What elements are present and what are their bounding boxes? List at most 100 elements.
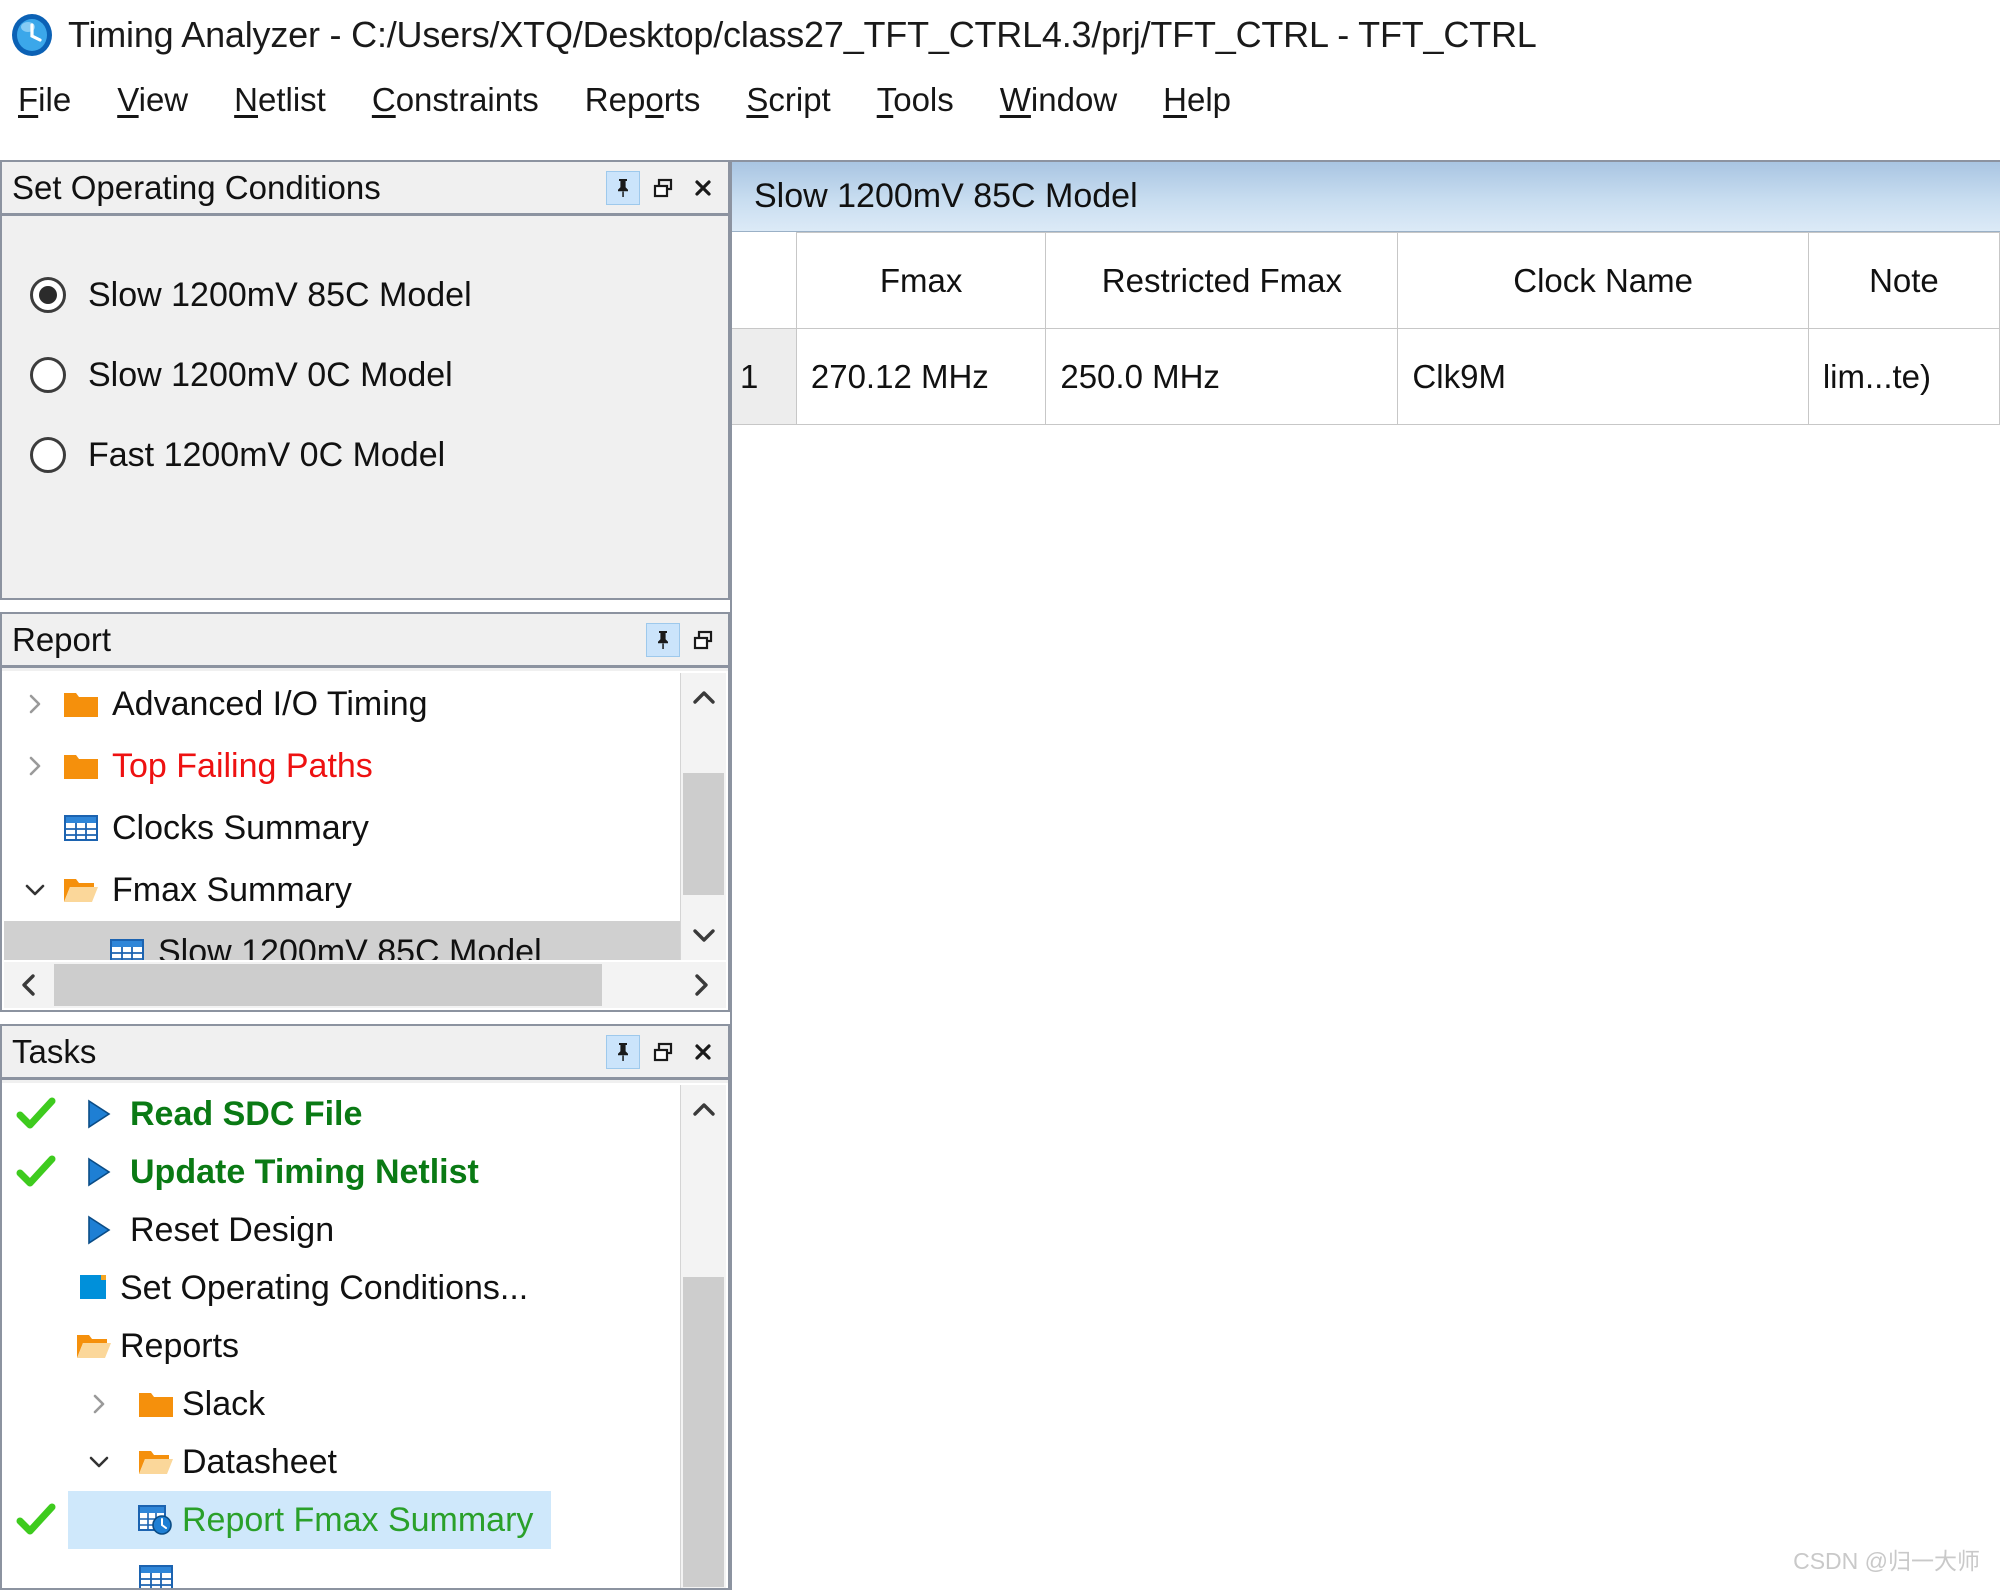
- scroll-right-icon[interactable]: [676, 962, 726, 1008]
- column-header-clock-name[interactable]: Clock Name: [1397, 232, 1809, 329]
- play-icon[interactable]: [68, 1156, 130, 1188]
- play-icon[interactable]: [68, 1214, 130, 1246]
- scrollbar-thumb[interactable]: [683, 1277, 724, 1587]
- tree-item-clocks-summary[interactable]: Clocks Summary: [4, 797, 680, 859]
- radio-label: Slow 1200mV 85C Model: [88, 275, 472, 314]
- tasks-vertical-scrollbar[interactable]: [680, 1085, 726, 1588]
- task-item-reset-design[interactable]: Reset Design: [4, 1201, 680, 1259]
- cell-fmax: 270.12 MHz: [795, 328, 1047, 425]
- scrollbar-thumb[interactable]: [54, 964, 602, 1006]
- scroll-down-icon[interactable]: [681, 910, 726, 960]
- task-item-label: Update Timing Netlist: [130, 1152, 479, 1191]
- tree-item-advanced-io-timing[interactable]: Advanced I/O Timing: [4, 673, 680, 735]
- clock-icon: [10, 13, 54, 57]
- window-titlebar: Timing Analyzer - C:/Users/XTQ/Desktop/c…: [0, 0, 2000, 70]
- menu-netlist[interactable]: Netlist: [234, 83, 326, 116]
- radio-option-slow-85c[interactable]: Slow 1200mV 85C Model: [2, 255, 728, 335]
- task-item-datasheet[interactable]: Datasheet: [4, 1433, 680, 1491]
- panel-title: Set Operating Conditions: [12, 168, 381, 206]
- results-document-title: Slow 1200mV 85C Model: [732, 162, 2000, 232]
- tree-item-slow-1200mv-85c-model[interactable]: Slow 1200mV 85C Model: [4, 921, 680, 960]
- float-icon[interactable]: [646, 1035, 680, 1069]
- folder-closed-icon: [58, 688, 104, 720]
- float-icon[interactable]: [686, 623, 720, 657]
- cell-restricted-fmax: 250.0 MHz: [1045, 328, 1399, 425]
- task-item-label: Reset Design: [130, 1210, 335, 1249]
- task-item-highlight[interactable]: Report Fmax Summary: [68, 1491, 552, 1549]
- table-icon: [130, 1563, 182, 1588]
- report-tree[interactable]: Advanced I/O Timing Top Failing Paths Cl…: [4, 673, 680, 960]
- tasks-tree[interactable]: Read SDC File Update Timing Netlist Rese…: [4, 1085, 680, 1588]
- panel-header: Report: [2, 614, 728, 668]
- menu-script[interactable]: Script: [746, 83, 830, 116]
- radio-option-fast-0c[interactable]: Fast 1200mV 0C Model: [2, 415, 728, 495]
- play-icon[interactable]: [68, 1098, 130, 1130]
- table-header-row: Fmax Restricted Fmax Clock Name Note: [732, 232, 2000, 329]
- scroll-up-icon[interactable]: [681, 1085, 726, 1135]
- menu-reports[interactable]: Reports: [585, 83, 701, 116]
- report-body: Advanced I/O Timing Top Failing Paths Cl…: [2, 671, 728, 1010]
- folder-open-icon: [68, 1330, 120, 1362]
- panel-header: Set Operating Conditions: [2, 162, 728, 216]
- task-item-slack[interactable]: Slack: [4, 1375, 680, 1433]
- column-header-index[interactable]: [732, 232, 797, 329]
- menu-tools[interactable]: Tools: [877, 83, 954, 116]
- chevron-down-icon[interactable]: [12, 879, 58, 901]
- scroll-left-icon[interactable]: [4, 962, 54, 1008]
- column-header-fmax[interactable]: Fmax: [795, 232, 1047, 329]
- tree-item-label: Slow 1200mV 85C Model: [158, 932, 542, 961]
- menu-view[interactable]: View: [117, 83, 188, 116]
- folder-closed-icon: [58, 750, 104, 782]
- task-item-update-timing-netlist[interactable]: Update Timing Netlist: [4, 1143, 680, 1201]
- tree-item-top-failing-paths[interactable]: Top Failing Paths: [4, 735, 680, 797]
- panel-title: Report: [12, 620, 112, 658]
- scrollbar-thumb[interactable]: [683, 773, 724, 895]
- pin-icon[interactable]: [606, 170, 640, 205]
- folder-open-icon: [58, 874, 104, 906]
- tree-item-label: Fmax Summary: [112, 870, 352, 909]
- menu-help[interactable]: Help: [1163, 83, 1231, 116]
- task-item-read-sdc-file[interactable]: Read SDC File: [4, 1085, 680, 1143]
- float-icon[interactable]: [646, 171, 680, 205]
- table-icon: [104, 937, 150, 960]
- cell-note: lim...te): [1807, 328, 2000, 425]
- check-icon: [4, 1503, 68, 1537]
- task-item-reports[interactable]: Reports: [4, 1317, 680, 1375]
- blue-square-icon: [68, 1272, 120, 1304]
- chevron-right-icon[interactable]: [12, 755, 58, 777]
- set-operating-conditions-panel: Set Operating Conditions Slow 1200mV 85C…: [0, 160, 730, 600]
- chevron-right-icon[interactable]: [68, 1393, 130, 1415]
- task-item-label: Reports: [120, 1326, 240, 1365]
- radio-label: Slow 1200mV 0C Model: [88, 355, 453, 394]
- pin-icon[interactable]: [606, 1034, 640, 1069]
- menu-constraints[interactable]: Constraints: [372, 83, 539, 116]
- check-icon: [4, 1097, 68, 1131]
- radio-option-slow-0c[interactable]: Slow 1200mV 0C Model: [2, 335, 728, 415]
- close-icon[interactable]: [686, 1035, 720, 1069]
- task-item-set-operating-conditions[interactable]: Set Operating Conditions...: [4, 1259, 680, 1317]
- fmax-summary-table: Fmax Restricted Fmax Clock Name Note 1 2…: [732, 232, 2000, 425]
- column-header-restricted-fmax[interactable]: Restricted Fmax: [1045, 232, 1399, 329]
- column-header-note[interactable]: Note: [1807, 232, 2000, 329]
- tree-item-fmax-summary[interactable]: Fmax Summary: [4, 859, 680, 921]
- scrollbar-track[interactable]: [54, 962, 676, 1008]
- menu-file[interactable]: File: [18, 83, 71, 116]
- pin-icon[interactable]: [646, 622, 680, 657]
- panel-buttons: [606, 1034, 720, 1069]
- task-item-partial-next[interactable]: [4, 1549, 680, 1588]
- report-horizontal-scrollbar[interactable]: [4, 962, 726, 1008]
- table-row[interactable]: 1 270.12 MHz 250.0 MHz Clk9M lim...te): [732, 328, 2000, 425]
- report-clock-icon: [130, 1504, 182, 1536]
- scroll-up-icon[interactable]: [681, 673, 726, 723]
- check-icon: [4, 1155, 68, 1189]
- close-icon[interactable]: [686, 171, 720, 205]
- task-item-label: Datasheet: [182, 1442, 337, 1481]
- menu-window[interactable]: Window: [1000, 83, 1117, 116]
- chevron-right-icon[interactable]: [12, 693, 58, 715]
- chevron-down-icon[interactable]: [68, 1451, 130, 1473]
- window-title: Timing Analyzer - C:/Users/XTQ/Desktop/c…: [68, 14, 1537, 55]
- tasks-panel: Tasks Read SDC File Update Timing Netlis…: [0, 1024, 730, 1590]
- menubar: File View Netlist Constraints Reports Sc…: [0, 70, 2000, 128]
- report-vertical-scrollbar[interactable]: [680, 673, 726, 960]
- task-item-report-fmax-summary[interactable]: Report Fmax Summary: [4, 1491, 680, 1549]
